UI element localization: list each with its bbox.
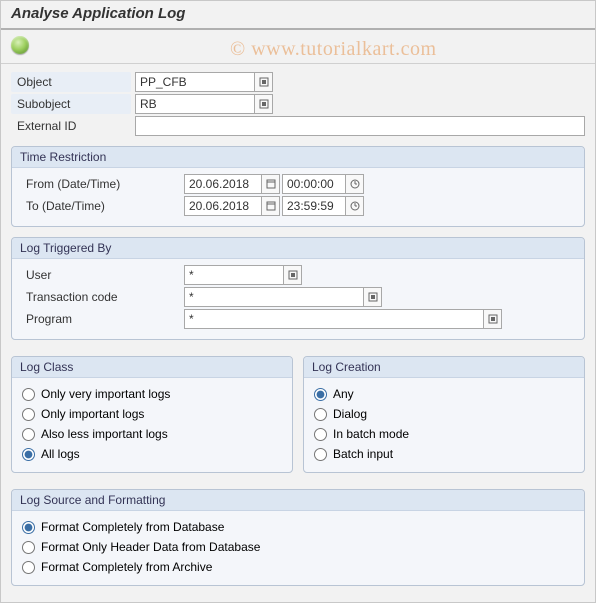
log-class-body: Only very important logs Only important … <box>12 378 292 472</box>
to-date-input[interactable] <box>184 196 262 216</box>
label-tcode: Transaction code <box>20 287 180 307</box>
row-to: To (Date/Time) <box>20 196 576 216</box>
label-external-id: External ID <box>11 116 131 136</box>
row-tcode: Transaction code <box>20 287 576 307</box>
group-title-log-class: Log Class <box>12 357 292 378</box>
external-id-input[interactable] <box>135 116 585 136</box>
radio-source-1[interactable]: Format Only Header Data from Database <box>20 537 576 557</box>
radio-log-creation-2[interactable]: In batch mode <box>312 424 576 444</box>
radio-label: Only very important logs <box>41 387 170 401</box>
radio-log-creation-1[interactable]: Dialog <box>312 404 576 424</box>
object-f4-icon[interactable] <box>255 72 273 92</box>
tcode-input[interactable] <box>184 287 364 307</box>
from-time-input[interactable] <box>282 174 346 194</box>
radio-label: In batch mode <box>333 427 409 441</box>
toolbar <box>1 30 595 64</box>
row-from: From (Date/Time) <box>20 174 576 194</box>
radio-log-class-1[interactable]: Only important logs <box>20 404 284 424</box>
group-title-log-source: Log Source and Formatting <box>12 490 584 511</box>
log-creation-body: Any Dialog In batch mode Batch input <box>304 378 584 472</box>
radio-label: Any <box>333 387 354 401</box>
group-log-source: Log Source and Formatting Format Complet… <box>11 489 585 586</box>
content-area: Object Subobject External ID Time Restri… <box>1 64 595 600</box>
user-input[interactable] <box>184 265 284 285</box>
radio-label: All logs <box>41 447 80 461</box>
radio-label: Batch input <box>333 447 393 461</box>
radio-log-class-0[interactable]: Only very important logs <box>20 384 284 404</box>
radio-log-class-3[interactable]: All logs <box>20 444 284 464</box>
label-to: To (Date/Time) <box>20 196 180 216</box>
row-object: Object <box>11 72 585 92</box>
to-date-f4-icon[interactable] <box>262 196 280 216</box>
from-date-f4-icon[interactable] <box>262 174 280 194</box>
tcode-f4-icon[interactable] <box>364 287 382 307</box>
row-program: Program <box>20 309 576 329</box>
program-input[interactable] <box>184 309 484 329</box>
object-input[interactable] <box>135 72 255 92</box>
radio-source-2[interactable]: Format Completely from Archive <box>20 557 576 577</box>
radio-label: Format Completely from Archive <box>41 560 212 574</box>
radio-source-0[interactable]: Format Completely from Database <box>20 517 576 537</box>
radio-log-creation-0[interactable]: Any <box>312 384 576 404</box>
label-user: User <box>20 265 180 285</box>
program-f4-icon[interactable] <box>484 309 502 329</box>
to-time-f4-icon[interactable] <box>346 196 364 216</box>
group-title-log-creation: Log Creation <box>304 357 584 378</box>
page-title: Analyse Application Log <box>1 1 595 30</box>
from-time-f4-icon[interactable] <box>346 174 364 194</box>
radio-label: Dialog <box>333 407 367 421</box>
app-window: Analyse Application Log © www.tutorialka… <box>0 0 596 603</box>
label-object: Object <box>11 72 131 92</box>
group-time-restriction: Time Restriction From (Date/Time) To (Da… <box>11 146 585 227</box>
group-title-time: Time Restriction <box>12 147 584 168</box>
subobject-f4-icon[interactable] <box>255 94 273 114</box>
radio-log-creation-3[interactable]: Batch input <box>312 444 576 464</box>
group-title-triggered: Log Triggered By <box>12 238 584 259</box>
subobject-input[interactable] <box>135 94 255 114</box>
radio-log-class-2[interactable]: Also less important logs <box>20 424 284 444</box>
group-triggered-by: Log Triggered By User Transaction code P… <box>11 237 585 340</box>
radio-label: Format Only Header Data from Database <box>41 540 260 554</box>
group-log-creation: Log Creation Any Dialog In batch mode Ba… <box>303 356 585 473</box>
group-log-class: Log Class Only very important logs Only … <box>11 356 293 473</box>
label-from: From (Date/Time) <box>20 174 180 194</box>
radio-label: Only important logs <box>41 407 144 421</box>
from-date-input[interactable] <box>184 174 262 194</box>
user-f4-icon[interactable] <box>284 265 302 285</box>
row-user: User <box>20 265 576 285</box>
row-external-id: External ID <box>11 116 585 136</box>
row-subobject: Subobject <box>11 94 585 114</box>
row-class-creation: Log Class Only very important logs Only … <box>11 346 585 479</box>
label-program: Program <box>20 309 180 329</box>
to-time-input[interactable] <box>282 196 346 216</box>
label-subobject: Subobject <box>11 94 131 114</box>
radio-label: Format Completely from Database <box>41 520 224 534</box>
execute-icon[interactable] <box>11 36 29 54</box>
log-source-body: Format Completely from Database Format O… <box>12 511 584 585</box>
radio-label: Also less important logs <box>41 427 168 441</box>
